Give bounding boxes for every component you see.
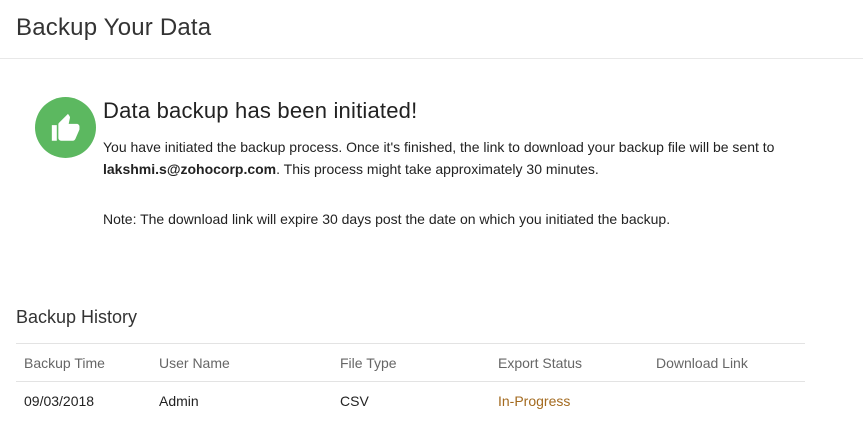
notice-email: lakshmi.s@zohocorp.com xyxy=(103,161,277,177)
table-row: 09/03/2018 Admin CSV In-Progress xyxy=(16,382,805,421)
cell-export-status: In-Progress xyxy=(498,393,571,409)
page-header: Backup Your Data xyxy=(0,0,863,59)
notice-body-text-start: You have initiated the backup process. O… xyxy=(103,139,775,155)
backup-history-table: Backup Time User Name File Type Export S… xyxy=(16,343,805,420)
cell-user-name: Admin xyxy=(159,393,199,409)
column-header-backup-time: Backup Time xyxy=(16,343,151,382)
notice-body-text-end: . This process might take approximately … xyxy=(276,161,599,177)
cell-backup-time: 09/03/2018 xyxy=(24,393,95,409)
thumbs-up-icon xyxy=(35,97,96,158)
table-header-row: Backup Time User Name File Type Export S… xyxy=(16,343,805,382)
thumbs-up-glyph xyxy=(51,113,79,141)
column-header-export-status: Export Status xyxy=(490,343,648,382)
notice-note: Note: The download link will expire 30 d… xyxy=(103,211,671,227)
cell-download-link[interactable] xyxy=(648,382,805,421)
backup-history-title: Backup History xyxy=(16,307,138,327)
column-header-user-name: User Name xyxy=(151,343,332,382)
cell-file-type: CSV xyxy=(340,393,369,409)
column-header-download-link: Download Link xyxy=(648,343,805,382)
column-header-file-type: File Type xyxy=(332,343,490,382)
notice-heading: Data backup has been initiated! xyxy=(103,98,418,123)
notice-body: You have initiated the backup process. O… xyxy=(103,136,803,180)
page-title: Backup Your Data xyxy=(16,14,212,41)
